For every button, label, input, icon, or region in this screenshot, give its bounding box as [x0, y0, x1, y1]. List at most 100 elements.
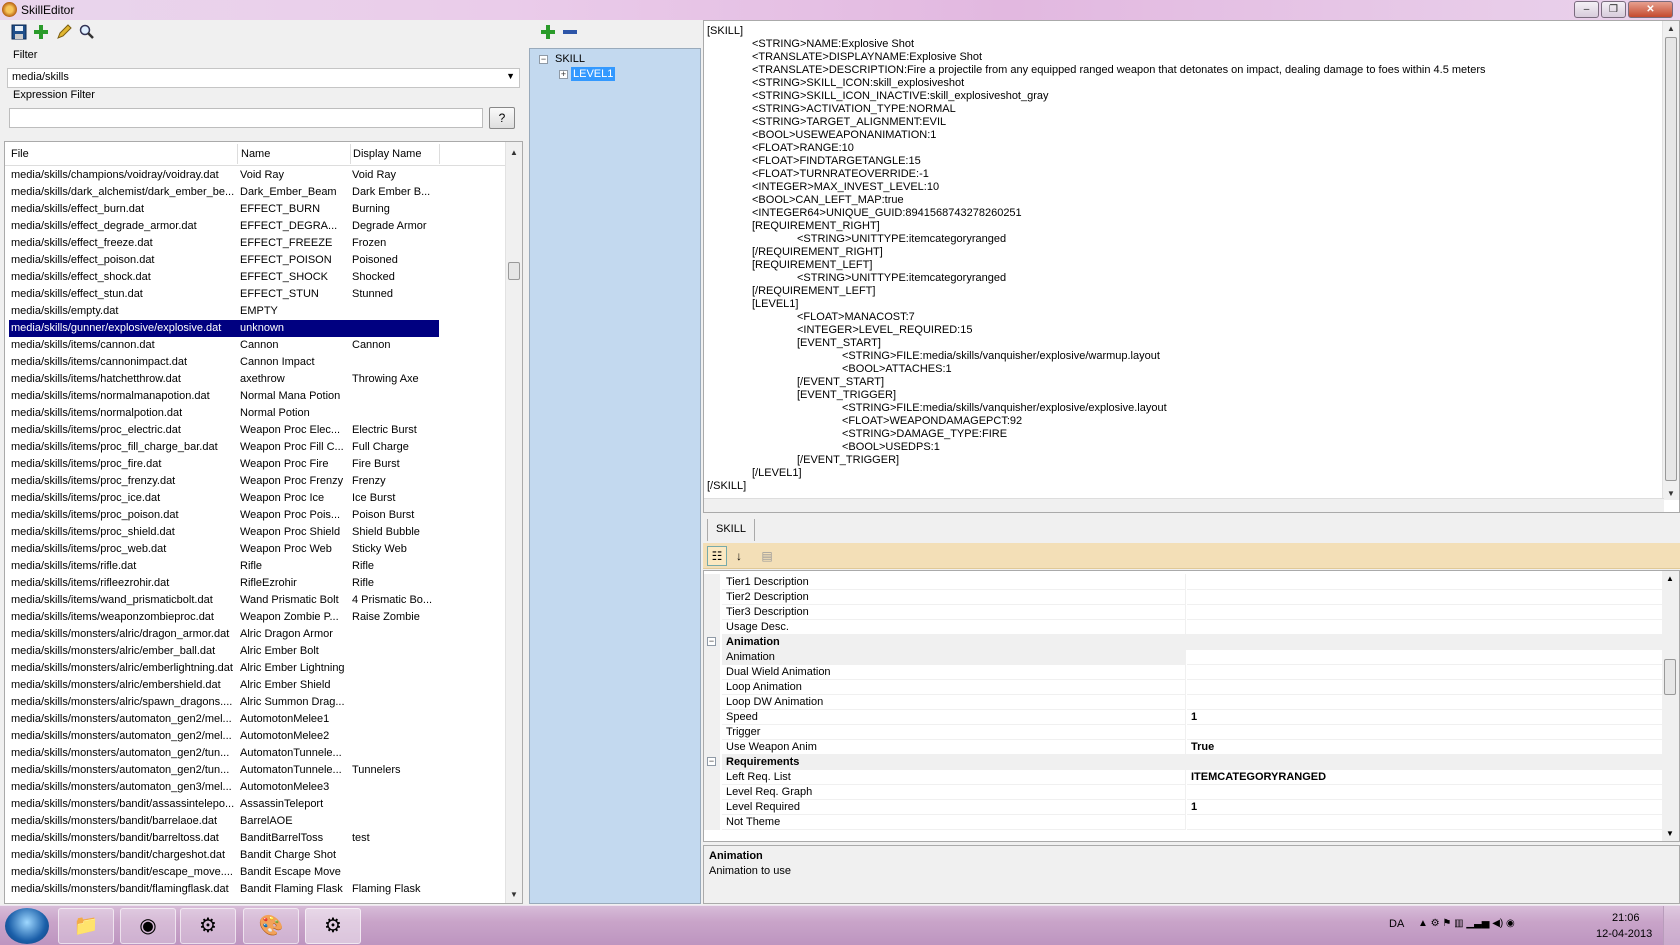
skill-tree[interactable]: − SKILL + LEVEL1: [529, 48, 701, 904]
table-row[interactable]: media/skills/items/proc_fire.dat Weapon P…: [5, 456, 505, 473]
search-icon[interactable]: [78, 24, 96, 42]
save-icon[interactable]: [10, 24, 28, 42]
property-row[interactable]: Speed 1: [704, 709, 1664, 725]
table-row[interactable]: media/skills/items/proc_web.dat Weapon Pr…: [5, 541, 505, 558]
property-row[interactable]: Dual Wield Animation: [704, 664, 1664, 680]
add-icon[interactable]: [32, 24, 50, 42]
collapse-icon[interactable]: −: [707, 757, 716, 766]
table-row[interactable]: media/skills/items/proc_poison.dat Weapon…: [5, 507, 505, 524]
language-indicator[interactable]: DA: [1389, 918, 1404, 930]
column-display-name[interactable]: Display Name: [353, 148, 421, 160]
clock-date[interactable]: 12-04-2013: [1596, 928, 1652, 940]
scroll-down-icon[interactable]: ▼: [1667, 489, 1675, 498]
property-value[interactable]: 1: [1187, 799, 1663, 815]
property-value[interactable]: [1187, 589, 1663, 605]
table-row[interactable]: media/skills/effect_burn.dat EFFECT_BURN B…: [5, 201, 505, 218]
property-value[interactable]: [1187, 604, 1663, 620]
text-scrollbar[interactable]: ▲ ▼: [1662, 21, 1679, 500]
property-value[interactable]: [1187, 664, 1663, 680]
column-name[interactable]: Name: [241, 148, 270, 160]
property-value[interactable]: [1187, 724, 1663, 740]
table-row[interactable]: media/skills/items/proc_frenzy.dat Weapon…: [5, 473, 505, 490]
tree-node-level1[interactable]: LEVEL1: [571, 67, 616, 81]
filter-combo[interactable]: media/skills ▼: [7, 68, 520, 88]
clock-time[interactable]: 21:06: [1612, 912, 1640, 924]
start-button-icon[interactable]: [5, 908, 49, 944]
property-value[interactable]: ITEMCATEGORYRANGED: [1187, 769, 1663, 785]
table-row[interactable]: media/skills/items/normalmanapotion.dat N…: [5, 388, 505, 405]
table-row[interactable]: media/skills/empty.dat EMPTY: [5, 303, 505, 320]
help-button[interactable]: ?: [489, 107, 515, 129]
property-row[interactable]: Use Weapon Anim True: [704, 739, 1664, 755]
text-hscrollbar[interactable]: [704, 498, 1664, 512]
explorer-icon[interactable]: 📁: [58, 908, 114, 944]
table-row[interactable]: media/skills/monsters/automaton_gen2/mel…: [5, 728, 505, 745]
property-value[interactable]: [1187, 679, 1663, 695]
collapse-icon[interactable]: −: [707, 637, 716, 646]
table-row[interactable]: media/skills/effect_poison.dat EFFECT_POI…: [5, 252, 505, 269]
property-value[interactable]: [1187, 814, 1663, 830]
close-button[interactable]: ✕: [1628, 1, 1673, 18]
property-row[interactable]: Tier1 Description: [704, 574, 1664, 590]
tray-icons[interactable]: ▲ ⚙ ⚑ ▥ ▁▃▅ ◀) ◉: [1418, 918, 1515, 929]
scroll-up-icon[interactable]: ▲: [1667, 24, 1675, 33]
table-row[interactable]: media/skills/monsters/alric/emberlightni…: [5, 660, 505, 677]
property-row[interactable]: Level Req. Graph: [704, 784, 1664, 800]
table-row[interactable]: media/skills/effect_stun.dat EFFECT_STUN S…: [5, 286, 505, 303]
table-row[interactable]: media/skills/items/proc_shield.dat Weapon…: [5, 524, 505, 541]
property-value[interactable]: True: [1187, 739, 1663, 755]
property-row[interactable]: Left Req. List ITEMCATEGORYRANGED: [704, 769, 1664, 785]
property-row[interactable]: Trigger: [704, 724, 1664, 740]
table-row[interactable]: media/skills/monsters/bandit/barreltoss.…: [5, 830, 505, 847]
property-row[interactable]: Tier3 Description: [704, 604, 1664, 620]
paint-icon[interactable]: 🎨: [243, 908, 299, 944]
table-row[interactable]: media/skills/items/proc_electric.dat Weap…: [5, 422, 505, 439]
edit-pencil-icon[interactable]: [55, 24, 73, 42]
property-row[interactable]: Animation: [704, 649, 1664, 665]
table-row[interactable]: media/skills/items/weaponzombieproc.dat W…: [5, 609, 505, 626]
table-row[interactable]: media/skills/monsters/automaton_gen2/tun…: [5, 762, 505, 779]
table-row[interactable]: media/skills/monsters/bandit/barrelaoe.d…: [5, 813, 505, 830]
table-row[interactable]: media/skills/monsters/alric/embershield.…: [5, 677, 505, 694]
table-row[interactable]: media/skills/items/hatchetthrow.dat axeth…: [5, 371, 505, 388]
scroll-up-icon[interactable]: ▲: [510, 148, 518, 157]
table-row[interactable]: media/skills/items/cannon.dat Cannon Canno…: [5, 337, 505, 354]
table-row[interactable]: media/skills/effect_shock.dat EFFECT_SHOC…: [5, 269, 505, 286]
steam-icon[interactable]: ⚙: [180, 908, 236, 944]
property-category[interactable]: − Animation: [704, 634, 1664, 650]
table-row[interactable]: media/skills/monsters/automaton_gen2/tun…: [5, 745, 505, 762]
list-scrollbar[interactable]: ▲ ▼: [505, 142, 522, 903]
property-row[interactable]: Usage Desc.: [704, 619, 1664, 635]
table-row[interactable]: media/skills/items/proc_fill_charge_bar.…: [5, 439, 505, 456]
table-row[interactable]: media/skills/monsters/bandit/escape_move…: [5, 864, 505, 881]
property-row[interactable]: Loop Animation: [704, 679, 1664, 695]
property-value[interactable]: [1187, 694, 1663, 710]
maximize-button[interactable]: ❐: [1601, 1, 1626, 18]
property-row[interactable]: Tier2 Description: [704, 589, 1664, 605]
property-value[interactable]: [1187, 619, 1663, 635]
table-row[interactable]: media/skills/items/normalpotion.dat Norma…: [5, 405, 505, 422]
property-pages-icon[interactable]: ▤: [757, 546, 777, 566]
property-category[interactable]: − Requirements: [704, 754, 1664, 770]
property-grid[interactable]: ▲ ▼ Tier1 Description Tier2 Description Ti…: [703, 570, 1680, 842]
table-row[interactable]: media/skills/gunner/explosive/explosive.…: [9, 320, 439, 337]
table-row[interactable]: media/skills/monsters/alric/ember_ball.d…: [5, 643, 505, 660]
table-row[interactable]: media/skills/dark_alchemist/dark_ember_b…: [5, 184, 505, 201]
skill-text-view[interactable]: [SKILL] <STRING>NAME:Explosive Shot <TRANS…: [703, 20, 1680, 513]
property-row[interactable]: Not Theme: [704, 814, 1664, 830]
scroll-thumb[interactable]: [508, 262, 520, 280]
table-row[interactable]: media/skills/monsters/automaton_gen2/mel…: [5, 711, 505, 728]
skilleditor-task-icon[interactable]: ⚙: [305, 908, 361, 944]
chevron-down-icon[interactable]: ▼: [506, 71, 515, 81]
table-row[interactable]: media/skills/items/proc_ice.dat Weapon Pr…: [5, 490, 505, 507]
chrome-icon[interactable]: ◉: [120, 908, 176, 944]
scroll-up-icon[interactable]: ▲: [1666, 574, 1674, 583]
tab-skill[interactable]: SKILL: [707, 519, 755, 541]
table-row[interactable]: media/skills/items/wand_prismaticbolt.da…: [5, 592, 505, 609]
property-value[interactable]: [1187, 649, 1663, 665]
scroll-down-icon[interactable]: ▼: [510, 890, 518, 899]
scroll-down-icon[interactable]: ▼: [1666, 829, 1674, 838]
expand-icon[interactable]: +: [559, 70, 568, 79]
table-row[interactable]: media/skills/monsters/automaton_gen3/mel…: [5, 779, 505, 796]
table-row[interactable]: media/skills/effect_freeze.dat EFFECT_FRE…: [5, 235, 505, 252]
